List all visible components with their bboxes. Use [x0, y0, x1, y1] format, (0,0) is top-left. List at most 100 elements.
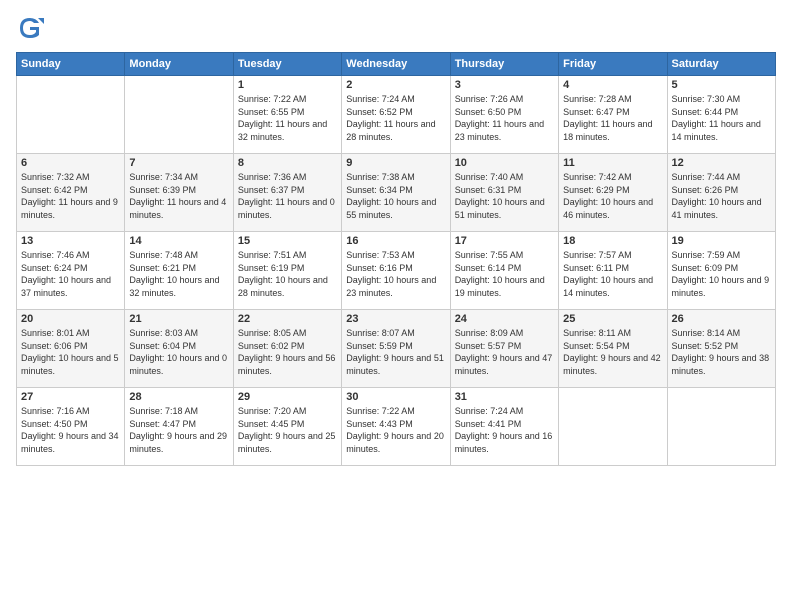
day-number: 7: [129, 157, 228, 169]
day-number: 5: [672, 79, 771, 91]
weekday-header: Wednesday: [342, 53, 450, 76]
calendar-cell: 16 Sunrise: 7:53 AMSunset: 6:16 PMDaylig…: [342, 232, 450, 310]
day-number: 8: [238, 157, 337, 169]
weekday-header: Tuesday: [233, 53, 341, 76]
calendar-cell: 25 Sunrise: 8:11 AMSunset: 5:54 PMDaylig…: [559, 310, 667, 388]
day-info: Sunrise: 7:20 AMSunset: 4:45 PMDaylight:…: [238, 405, 337, 455]
day-number: 22: [238, 313, 337, 325]
calendar-cell: 11 Sunrise: 7:42 AMSunset: 6:29 PMDaylig…: [559, 154, 667, 232]
calendar-cell: [17, 76, 125, 154]
day-info: Sunrise: 7:24 AMSunset: 4:41 PMDaylight:…: [455, 405, 554, 455]
day-number: 26: [672, 313, 771, 325]
day-info: Sunrise: 7:28 AMSunset: 6:47 PMDaylight:…: [563, 93, 662, 143]
calendar-cell: 13 Sunrise: 7:46 AMSunset: 6:24 PMDaylig…: [17, 232, 125, 310]
calendar-cell: [667, 388, 775, 466]
day-number: 12: [672, 157, 771, 169]
day-info: Sunrise: 7:46 AMSunset: 6:24 PMDaylight:…: [21, 249, 120, 299]
day-number: 6: [21, 157, 120, 169]
day-number: 31: [455, 391, 554, 403]
day-number: 19: [672, 235, 771, 247]
calendar-cell: 26 Sunrise: 8:14 AMSunset: 5:52 PMDaylig…: [667, 310, 775, 388]
calendar-cell: 6 Sunrise: 7:32 AMSunset: 6:42 PMDayligh…: [17, 154, 125, 232]
day-info: Sunrise: 7:34 AMSunset: 6:39 PMDaylight:…: [129, 171, 228, 221]
day-number: 15: [238, 235, 337, 247]
calendar-cell: 4 Sunrise: 7:28 AMSunset: 6:47 PMDayligh…: [559, 76, 667, 154]
calendar-cell: [559, 388, 667, 466]
calendar-cell: 5 Sunrise: 7:30 AMSunset: 6:44 PMDayligh…: [667, 76, 775, 154]
calendar-cell: 2 Sunrise: 7:24 AMSunset: 6:52 PMDayligh…: [342, 76, 450, 154]
calendar-week-row: 6 Sunrise: 7:32 AMSunset: 6:42 PMDayligh…: [17, 154, 776, 232]
day-number: 25: [563, 313, 662, 325]
day-info: Sunrise: 7:22 AMSunset: 6:55 PMDaylight:…: [238, 93, 337, 143]
day-info: Sunrise: 7:51 AMSunset: 6:19 PMDaylight:…: [238, 249, 337, 299]
day-number: 3: [455, 79, 554, 91]
calendar-cell: 18 Sunrise: 7:57 AMSunset: 6:11 PMDaylig…: [559, 232, 667, 310]
day-info: Sunrise: 7:44 AMSunset: 6:26 PMDaylight:…: [672, 171, 771, 221]
calendar-cell: 7 Sunrise: 7:34 AMSunset: 6:39 PMDayligh…: [125, 154, 233, 232]
calendar-cell: 17 Sunrise: 7:55 AMSunset: 6:14 PMDaylig…: [450, 232, 558, 310]
calendar-week-row: 27 Sunrise: 7:16 AMSunset: 4:50 PMDaylig…: [17, 388, 776, 466]
day-info: Sunrise: 8:14 AMSunset: 5:52 PMDaylight:…: [672, 327, 771, 377]
calendar-cell: 19 Sunrise: 7:59 AMSunset: 6:09 PMDaylig…: [667, 232, 775, 310]
calendar-cell: 20 Sunrise: 8:01 AMSunset: 6:06 PMDaylig…: [17, 310, 125, 388]
calendar-cell: 27 Sunrise: 7:16 AMSunset: 4:50 PMDaylig…: [17, 388, 125, 466]
day-number: 17: [455, 235, 554, 247]
weekday-header: Friday: [559, 53, 667, 76]
day-number: 16: [346, 235, 445, 247]
calendar-cell: 12 Sunrise: 7:44 AMSunset: 6:26 PMDaylig…: [667, 154, 775, 232]
day-info: Sunrise: 8:09 AMSunset: 5:57 PMDaylight:…: [455, 327, 554, 377]
day-info: Sunrise: 8:01 AMSunset: 6:06 PMDaylight:…: [21, 327, 120, 377]
day-number: 20: [21, 313, 120, 325]
day-number: 14: [129, 235, 228, 247]
day-number: 30: [346, 391, 445, 403]
calendar-cell: 15 Sunrise: 7:51 AMSunset: 6:19 PMDaylig…: [233, 232, 341, 310]
day-number: 9: [346, 157, 445, 169]
day-number: 2: [346, 79, 445, 91]
calendar-cell: [125, 76, 233, 154]
day-info: Sunrise: 7:40 AMSunset: 6:31 PMDaylight:…: [455, 171, 554, 221]
day-number: 18: [563, 235, 662, 247]
calendar-cell: 3 Sunrise: 7:26 AMSunset: 6:50 PMDayligh…: [450, 76, 558, 154]
day-info: Sunrise: 7:24 AMSunset: 6:52 PMDaylight:…: [346, 93, 445, 143]
calendar-cell: 1 Sunrise: 7:22 AMSunset: 6:55 PMDayligh…: [233, 76, 341, 154]
day-info: Sunrise: 7:26 AMSunset: 6:50 PMDaylight:…: [455, 93, 554, 143]
day-info: Sunrise: 8:05 AMSunset: 6:02 PMDaylight:…: [238, 327, 337, 377]
calendar-cell: 31 Sunrise: 7:24 AMSunset: 4:41 PMDaylig…: [450, 388, 558, 466]
calendar-cell: 24 Sunrise: 8:09 AMSunset: 5:57 PMDaylig…: [450, 310, 558, 388]
day-info: Sunrise: 7:59 AMSunset: 6:09 PMDaylight:…: [672, 249, 771, 299]
day-info: Sunrise: 7:36 AMSunset: 6:37 PMDaylight:…: [238, 171, 337, 221]
day-info: Sunrise: 8:03 AMSunset: 6:04 PMDaylight:…: [129, 327, 228, 377]
weekday-header: Sunday: [17, 53, 125, 76]
day-number: 21: [129, 313, 228, 325]
weekday-header: Thursday: [450, 53, 558, 76]
calendar-cell: 28 Sunrise: 7:18 AMSunset: 4:47 PMDaylig…: [125, 388, 233, 466]
day-info: Sunrise: 7:38 AMSunset: 6:34 PMDaylight:…: [346, 171, 445, 221]
day-info: Sunrise: 8:11 AMSunset: 5:54 PMDaylight:…: [563, 327, 662, 377]
day-info: Sunrise: 7:30 AMSunset: 6:44 PMDaylight:…: [672, 93, 771, 143]
day-info: Sunrise: 7:55 AMSunset: 6:14 PMDaylight:…: [455, 249, 554, 299]
page: SundayMondayTuesdayWednesdayThursdayFrid…: [0, 0, 792, 612]
calendar-cell: 23 Sunrise: 8:07 AMSunset: 5:59 PMDaylig…: [342, 310, 450, 388]
logo-icon: [16, 14, 44, 42]
calendar-cell: 29 Sunrise: 7:20 AMSunset: 4:45 PMDaylig…: [233, 388, 341, 466]
day-number: 11: [563, 157, 662, 169]
day-number: 28: [129, 391, 228, 403]
day-info: Sunrise: 7:57 AMSunset: 6:11 PMDaylight:…: [563, 249, 662, 299]
day-info: Sunrise: 7:32 AMSunset: 6:42 PMDaylight:…: [21, 171, 120, 221]
logo: [16, 14, 48, 42]
day-number: 10: [455, 157, 554, 169]
calendar-cell: 21 Sunrise: 8:03 AMSunset: 6:04 PMDaylig…: [125, 310, 233, 388]
day-number: 24: [455, 313, 554, 325]
calendar-table: SundayMondayTuesdayWednesdayThursdayFrid…: [16, 52, 776, 466]
weekday-header: Monday: [125, 53, 233, 76]
day-number: 29: [238, 391, 337, 403]
day-info: Sunrise: 7:42 AMSunset: 6:29 PMDaylight:…: [563, 171, 662, 221]
calendar-cell: 22 Sunrise: 8:05 AMSunset: 6:02 PMDaylig…: [233, 310, 341, 388]
header: [16, 14, 776, 42]
day-info: Sunrise: 7:22 AMSunset: 4:43 PMDaylight:…: [346, 405, 445, 455]
day-number: 13: [21, 235, 120, 247]
calendar-cell: 30 Sunrise: 7:22 AMSunset: 4:43 PMDaylig…: [342, 388, 450, 466]
weekday-header: Saturday: [667, 53, 775, 76]
calendar-week-row: 13 Sunrise: 7:46 AMSunset: 6:24 PMDaylig…: [17, 232, 776, 310]
calendar-cell: 8 Sunrise: 7:36 AMSunset: 6:37 PMDayligh…: [233, 154, 341, 232]
